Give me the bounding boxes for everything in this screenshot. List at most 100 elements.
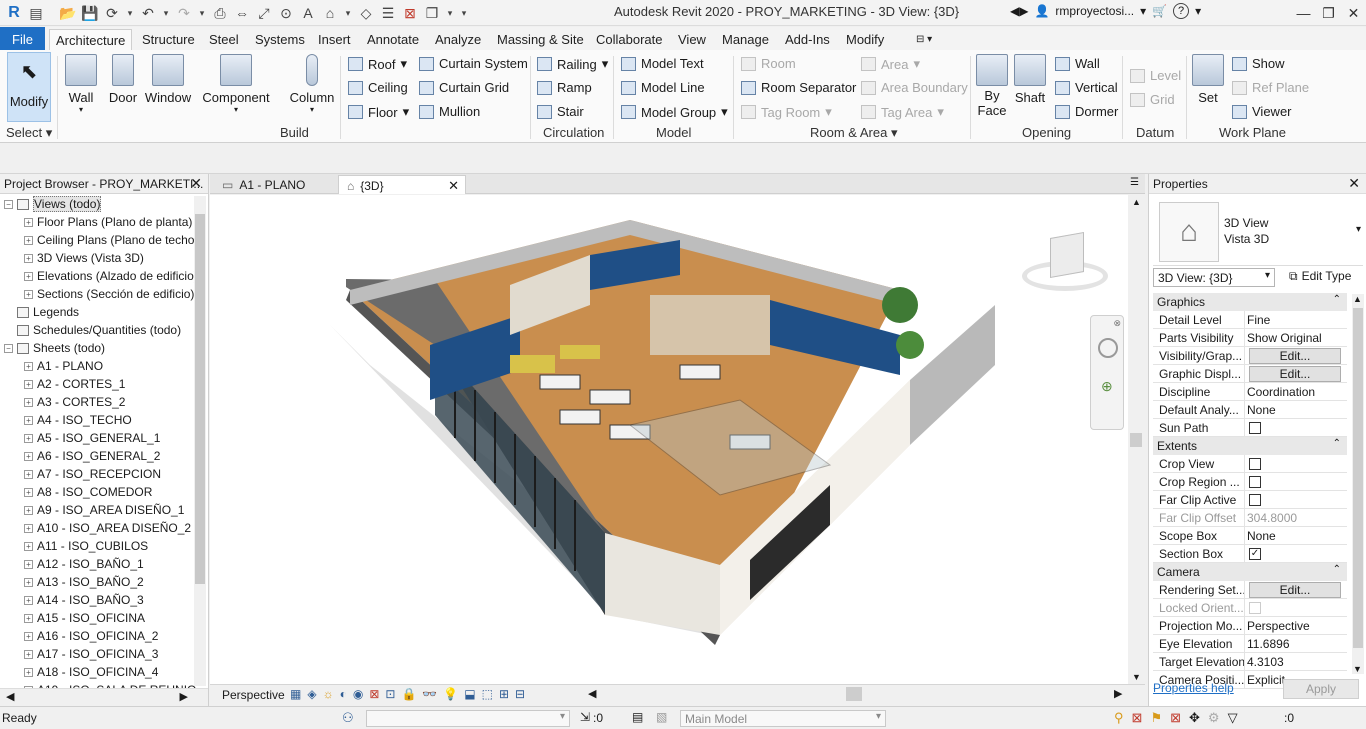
ribbon-minimize-icon[interactable]: ⊟ ▾: [910, 29, 938, 50]
tab-annotate[interactable]: Annotate: [361, 29, 425, 50]
collapse-icon[interactable]: ⌃: [1333, 564, 1341, 575]
property-value[interactable]: None: [1247, 529, 1343, 543]
tree-item[interactable]: + A10 - ISO_AREA DISEÑO_2: [24, 519, 191, 537]
customize-qat-icon[interactable]: ▾: [458, 3, 470, 23]
wall-opening-button[interactable]: Wall: [1055, 56, 1100, 71]
close-icon[interactable]: ✕: [1348, 175, 1360, 192]
tree-item[interactable]: + A2 - CORTES_1: [24, 375, 125, 393]
tree-item[interactable]: + A6 - ISO_GENERAL_2: [24, 447, 160, 465]
filter-icon[interactable]: ▽: [1228, 710, 1238, 726]
ceiling-button[interactable]: Ceiling: [348, 80, 408, 95]
constraints-icon[interactable]: ⊞: [499, 687, 509, 701]
expand-icon[interactable]: +: [24, 649, 33, 659]
3d-viewport[interactable]: ⊕ ⊗: [210, 195, 1128, 684]
scroll-left-icon[interactable]: ◀: [588, 687, 596, 700]
close-hidden-icon[interactable]: ⊠: [400, 3, 420, 23]
property-value[interactable]: None: [1247, 403, 1343, 417]
tree-item[interactable]: − Views (todo): [4, 195, 102, 213]
collapse-icon[interactable]: ⌃: [1333, 438, 1341, 449]
workset-dropdown[interactable]: ▾: [366, 710, 570, 727]
switch-windows-icon[interactable]: ❐: [422, 3, 442, 23]
reveal-hidden-icon[interactable]: 💡: [443, 687, 458, 701]
curtain-system-button[interactable]: Curtain System: [419, 56, 528, 71]
tree-item[interactable]: + A7 - ISO_RECEPCION: [24, 465, 161, 483]
tree-item[interactable]: + A13 - ISO_BAÑO_2: [24, 573, 144, 591]
scrollbar-thumb[interactable]: [1130, 433, 1142, 447]
viewcube[interactable]: [1022, 232, 1108, 293]
stair-button[interactable]: Stair: [537, 104, 584, 119]
property-group[interactable]: Graphics ⌃: [1153, 293, 1347, 311]
model-line-button[interactable]: Model Line: [621, 80, 705, 95]
tab-massing-site[interactable]: Massing & Site: [491, 29, 590, 50]
scroll-right-icon[interactable]: ▶: [1114, 687, 1122, 700]
dimension-icon[interactable]: ⤢: [254, 3, 274, 23]
by-face-button[interactable]: By Face: [976, 54, 1008, 118]
property-value[interactable]: Show Original: [1247, 331, 1343, 345]
view-tab-a1-plano[interactable]: ▭ A1 - PLANO: [214, 175, 338, 194]
expand-icon[interactable]: +: [24, 469, 33, 479]
expand-icon[interactable]: +: [24, 523, 33, 533]
user-name[interactable]: rmproyectosi...: [1055, 4, 1134, 18]
edit-button[interactable]: Edit...: [1249, 582, 1341, 598]
property-group[interactable]: Camera ⌃: [1153, 563, 1347, 581]
tree-item[interactable]: + A18 - ISO_OFICINA_4: [24, 663, 158, 681]
tree-item[interactable]: + Sections (Sección de edificio): [24, 285, 194, 303]
property-group[interactable]: Extents ⌃: [1153, 437, 1347, 455]
expand-icon[interactable]: +: [24, 235, 33, 245]
scrollbar-thumb[interactable]: [195, 214, 205, 584]
viewer-button[interactable]: Viewer: [1232, 104, 1292, 119]
property-value[interactable]: 4.3103: [1247, 655, 1343, 669]
expand-icon[interactable]: +: [24, 577, 33, 587]
chevron-down-icon[interactable]: ▾: [160, 3, 172, 23]
search-arrows-icon[interactable]: ◀▶: [1010, 4, 1028, 18]
tab-architecture[interactable]: Architecture: [49, 29, 133, 50]
window-button[interactable]: Window: [144, 54, 192, 105]
tree-item[interactable]: +Schedules/Quantities (todo): [4, 321, 181, 339]
area-button[interactable]: Area ▾: [861, 56, 920, 72]
scroll-down-icon[interactable]: ▼: [1132, 672, 1141, 682]
property-checkbox[interactable]: [1249, 602, 1261, 614]
type-selector[interactable]: ⌂ 3D View Vista 3D ▾: [1153, 196, 1363, 266]
ref-plane-button[interactable]: Ref Plane: [1232, 80, 1309, 95]
projection-mode-label[interactable]: Perspective: [222, 688, 285, 702]
tree-item[interactable]: − Sheets (todo): [4, 339, 105, 357]
area-boundary-button[interactable]: Area Boundary: [861, 80, 968, 95]
property-checkbox[interactable]: [1249, 422, 1261, 434]
viewport-vertical-scrollbar[interactable]: ▲ ▼: [1128, 195, 1144, 684]
viewcube-face[interactable]: [1050, 232, 1084, 278]
zoom-icon[interactable]: ⊕: [1101, 378, 1113, 395]
property-value[interactable]: Coordination: [1247, 385, 1343, 399]
tag-area-button[interactable]: Tag Area ▾: [861, 104, 944, 120]
tree-item[interactable]: + Ceiling Plans (Plano de techo): [24, 231, 198, 249]
steering-wheel-icon[interactable]: [1098, 338, 1118, 358]
tab-collaborate[interactable]: Collaborate: [590, 29, 669, 50]
expand-icon[interactable]: +: [24, 271, 33, 281]
select-by-face-icon[interactable]: ⊠: [1170, 710, 1181, 726]
scroll-down-icon[interactable]: ▼: [1353, 664, 1362, 674]
close-icon[interactable]: ⊗: [1113, 318, 1121, 329]
expand-icon[interactable]: +: [24, 487, 33, 497]
analytical-model-icon[interactable]: ⬚: [482, 687, 493, 701]
sync-icon[interactable]: ⟳: [102, 3, 122, 23]
expand-icon[interactable]: +: [24, 559, 33, 569]
user-icon[interactable]: 👤: [1034, 4, 1049, 18]
edit-button[interactable]: Edit...: [1249, 366, 1341, 382]
print-icon[interactable]: ⎙: [210, 3, 230, 23]
help-icon[interactable]: ?: [1173, 3, 1190, 19]
close-icon[interactable]: ✕: [448, 178, 459, 194]
tree-item[interactable]: + A14 - ISO_BAÑO_3: [24, 591, 144, 609]
tree-item[interactable]: + A8 - ISO_COMEDOR: [24, 483, 152, 501]
curtain-grid-button[interactable]: Curtain Grid: [419, 80, 509, 95]
render-icon[interactable]: ◉: [353, 687, 363, 701]
expand-icon[interactable]: +: [24, 613, 33, 623]
expand-icon[interactable]: +: [24, 397, 33, 407]
vertical-opening-button[interactable]: Vertical: [1055, 80, 1118, 95]
select-underlay-icon[interactable]: ⊠: [1132, 710, 1143, 726]
tab-file[interactable]: File: [0, 27, 45, 50]
tree-item[interactable]: +3D Views (Vista 3D): [24, 249, 144, 267]
tree-item[interactable]: + A1 - PLANO: [24, 357, 103, 375]
shadows-icon[interactable]: ◐: [340, 687, 347, 701]
text-icon[interactable]: A: [298, 3, 318, 23]
tree-item[interactable]: + Elevations (Alzado de edificio): [24, 267, 198, 285]
detail-level-icon[interactable]: ▦: [290, 687, 301, 701]
